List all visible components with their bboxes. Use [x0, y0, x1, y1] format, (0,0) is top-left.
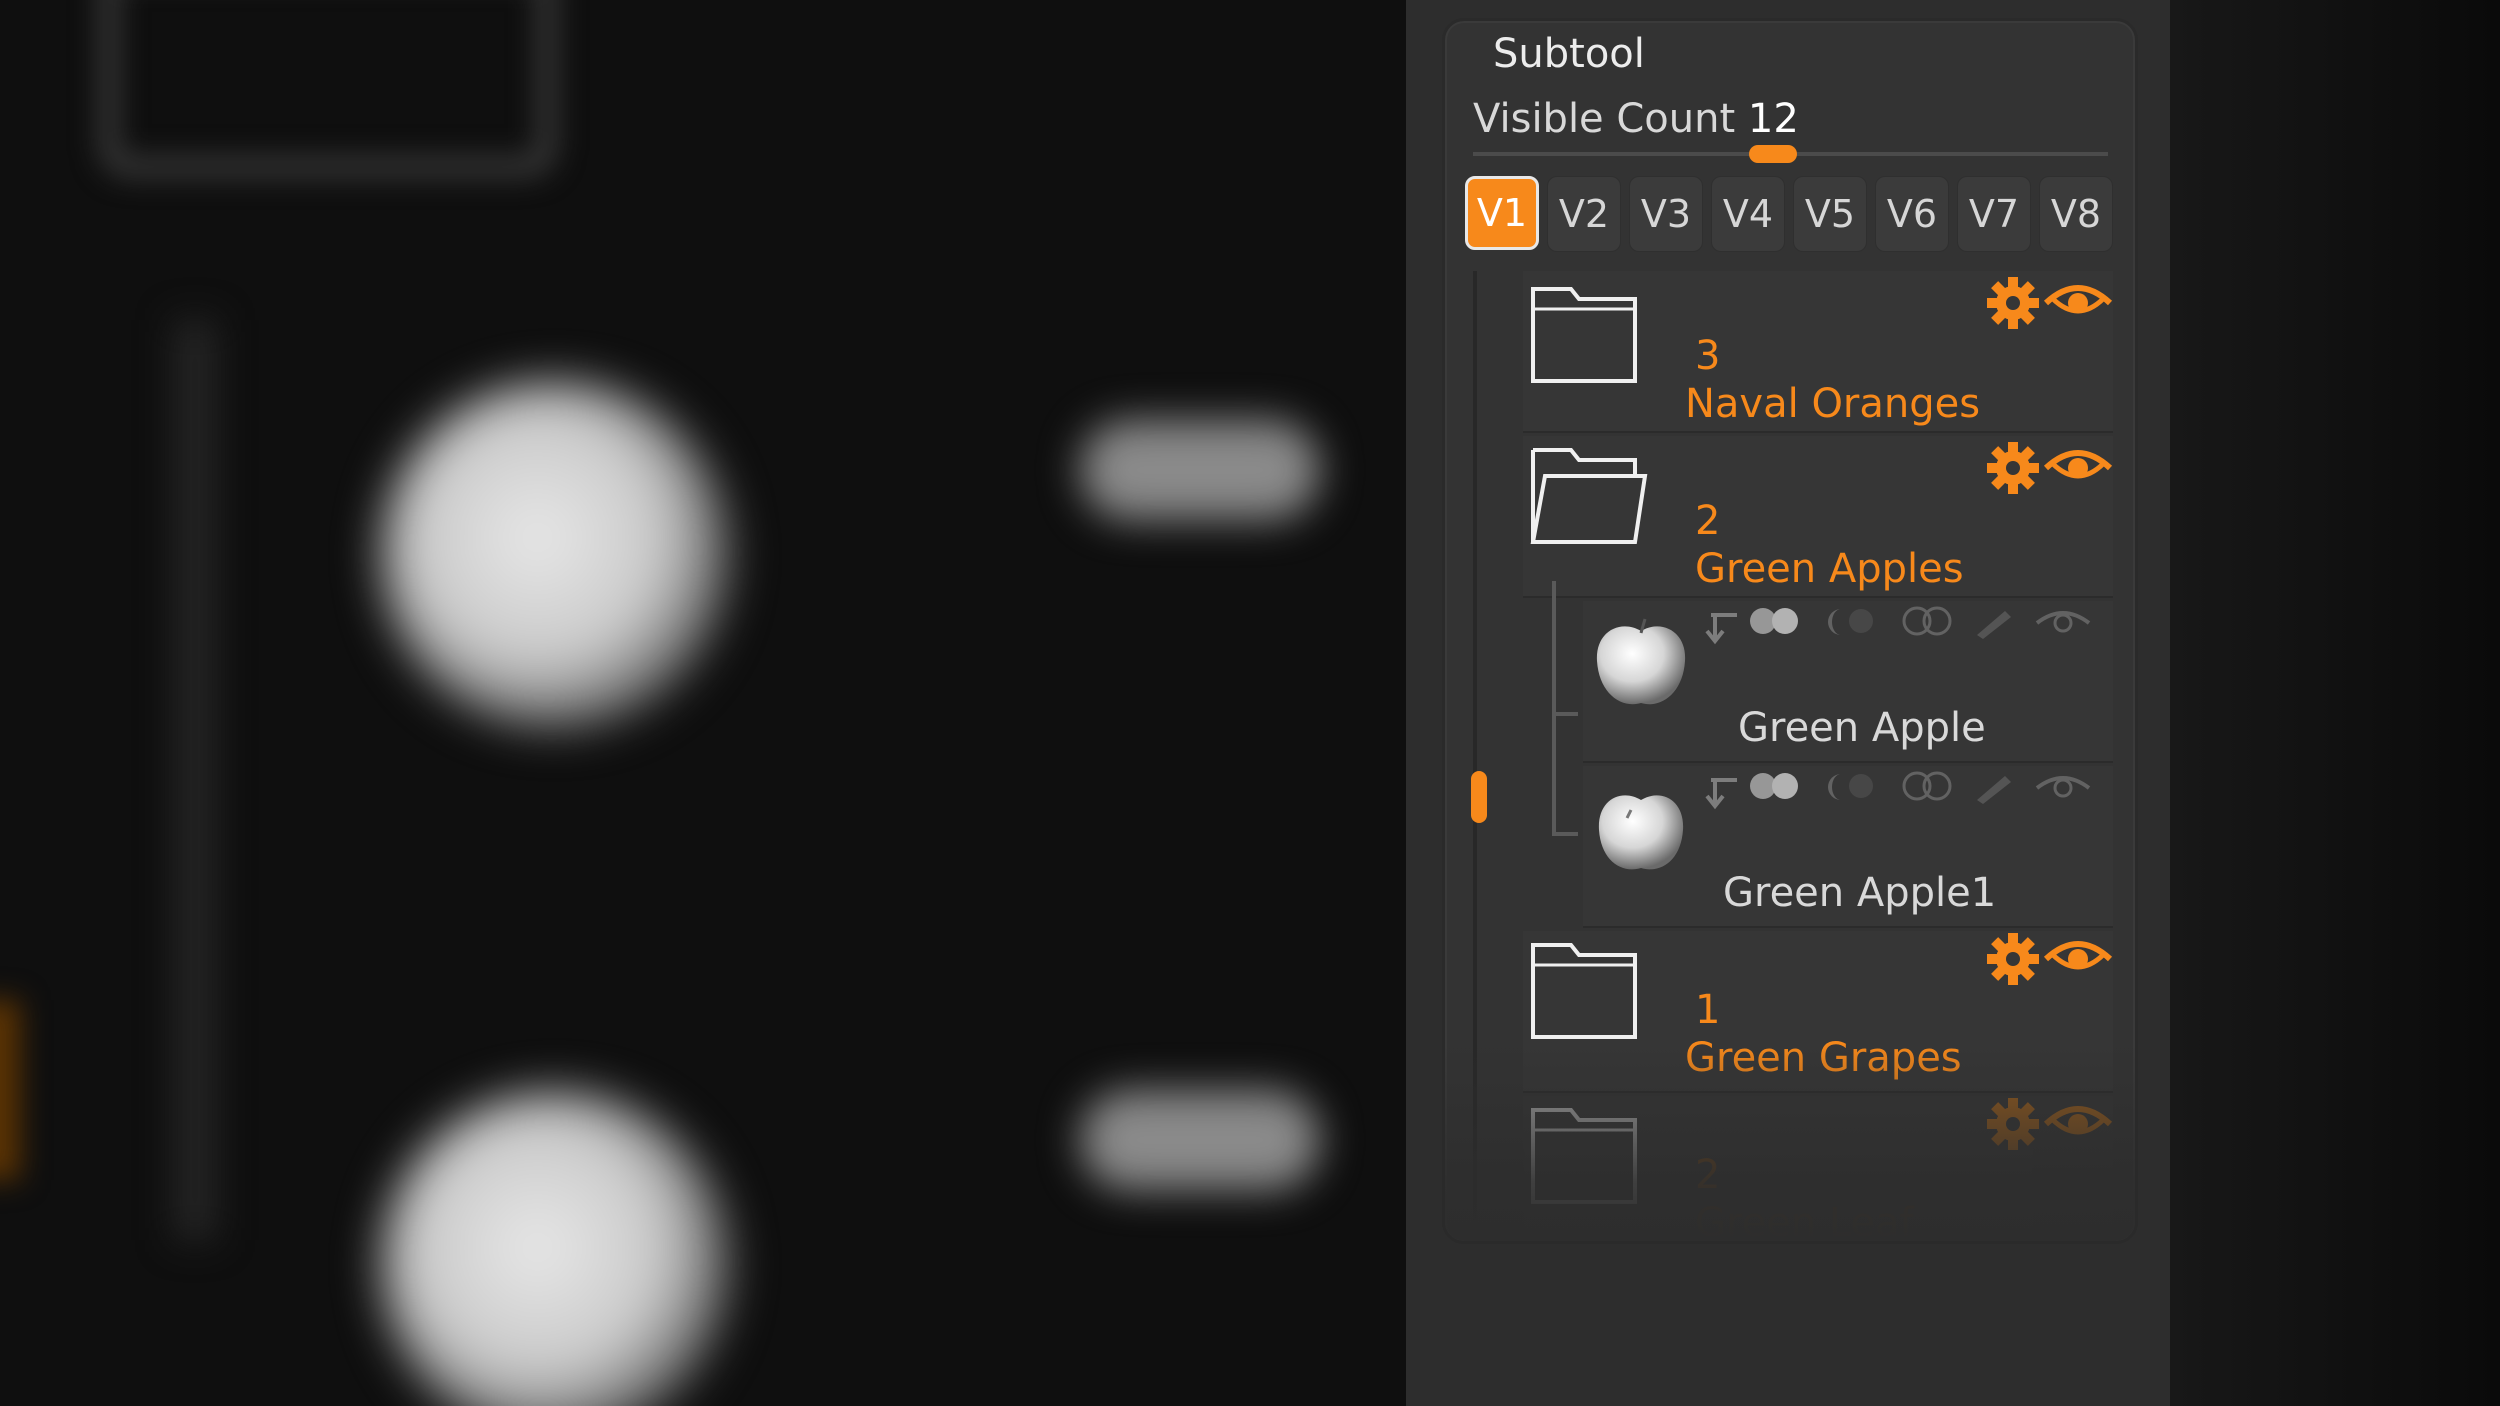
- subtool-panel: Subtool Visible Count 12 V1 V2 V3 V4 V5 …: [1442, 18, 2138, 1244]
- eye-icon[interactable]: [2043, 442, 2113, 492]
- eye-icon[interactable]: [2043, 933, 2113, 983]
- gear-icon[interactable]: [1985, 275, 2041, 331]
- folder-count: 2: [1695, 1152, 1721, 1198]
- tab-v3[interactable]: V3: [1629, 176, 1703, 252]
- visible-count-slider-thumb[interactable]: [1749, 145, 1797, 163]
- subtool-row[interactable]: Green Apple1: [1583, 766, 2113, 928]
- folder-name: Green Leaf: [1695, 1200, 1914, 1244]
- bg-edge: [0, 1000, 20, 1180]
- folder-count: 2: [1695, 498, 1721, 544]
- subtool-controls: [1701, 766, 2135, 820]
- folder-icon[interactable]: [1523, 931, 1643, 1051]
- visible-count-text: Visible Count: [1473, 96, 1736, 142]
- folder-row[interactable]: 2 Green Leaf: [1523, 1096, 2113, 1244]
- folder-row[interactable]: 3 Naval Oranges: [1523, 271, 2113, 433]
- bg-pill: [1080, 420, 1320, 520]
- tree-connector: [1552, 581, 1556, 836]
- folder-name: Naval Oranges: [1685, 381, 1981, 427]
- visible-count-label: Visible Count 12: [1473, 96, 1799, 142]
- folder-row[interactable]: 2 Green Apples: [1523, 436, 2113, 598]
- subtool-name: Green Apple: [1738, 705, 1986, 751]
- tab-v4[interactable]: V4: [1711, 176, 1785, 252]
- tab-v1[interactable]: V1: [1465, 176, 1539, 250]
- tab-v2[interactable]: V2: [1547, 176, 1621, 252]
- subtool-controls: [1701, 601, 2135, 655]
- apple-thumbnail: [1596, 618, 1686, 705]
- tab-v5[interactable]: V5: [1793, 176, 1867, 252]
- folder-icon[interactable]: [1523, 1096, 1643, 1216]
- eye-icon[interactable]: [2043, 277, 2113, 327]
- gear-icon[interactable]: [1985, 931, 2041, 987]
- tab-v6[interactable]: V6: [1875, 176, 1949, 252]
- folder-count: 3: [1695, 333, 1721, 379]
- subtool-name: Green Apple1: [1723, 870, 1997, 916]
- gear-icon[interactable]: [1985, 440, 2041, 496]
- bg-frame: [100, 0, 556, 176]
- eye-icon[interactable]: [2043, 1098, 2113, 1148]
- folder-count: 1: [1695, 987, 1721, 1033]
- folder-icon[interactable]: [1523, 271, 1643, 391]
- bg-pill: [1080, 1090, 1320, 1190]
- tab-v7[interactable]: V7: [1957, 176, 2031, 252]
- tree-connector: [1552, 712, 1578, 716]
- subtool-toolbar-icons: [1705, 606, 2091, 645]
- tree-connector: [1552, 832, 1578, 836]
- list-scrollbar[interactable]: [1473, 271, 1477, 1241]
- tab-v8[interactable]: V8: [2039, 176, 2113, 252]
- subtool-toolbar-icons: [1705, 771, 2091, 810]
- bg-bar: [175, 320, 215, 1240]
- folder-name: Green Grapes: [1685, 1035, 1962, 1081]
- visible-count-value: 12: [1747, 96, 1799, 142]
- blurred-background: [0, 0, 1406, 1406]
- right-background: [2170, 0, 2500, 1406]
- panel-title: Subtool: [1493, 31, 1645, 77]
- folder-open-icon[interactable]: [1523, 436, 1653, 556]
- subtool-row[interactable]: Green Apple: [1583, 601, 2113, 763]
- bg-ball: [380, 380, 730, 730]
- gear-icon[interactable]: [1985, 1096, 2041, 1152]
- list-scrollbar-thumb[interactable]: [1471, 771, 1487, 823]
- folder-row[interactable]: 1 Green Grapes: [1523, 931, 2113, 1093]
- folder-name: Green Apples: [1695, 546, 1964, 592]
- apple-thumbnail: [1598, 795, 1684, 870]
- bg-ball: [380, 1090, 730, 1406]
